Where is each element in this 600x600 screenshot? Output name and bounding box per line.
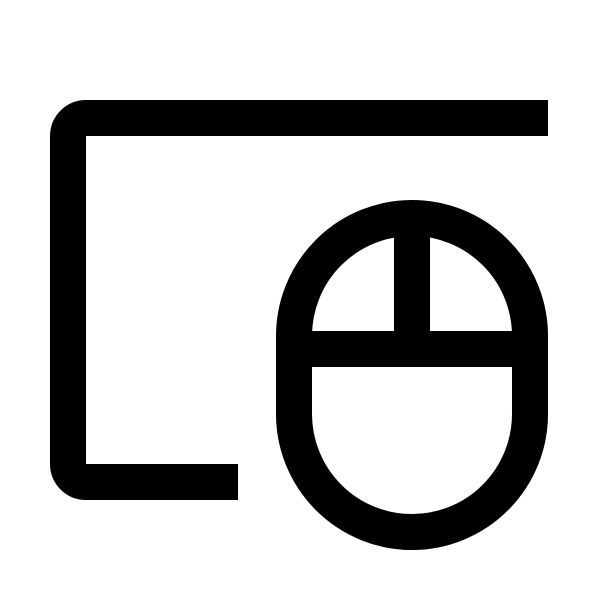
screen-with-mouse-icon [50, 100, 548, 550]
icon-canvas [0, 0, 600, 600]
